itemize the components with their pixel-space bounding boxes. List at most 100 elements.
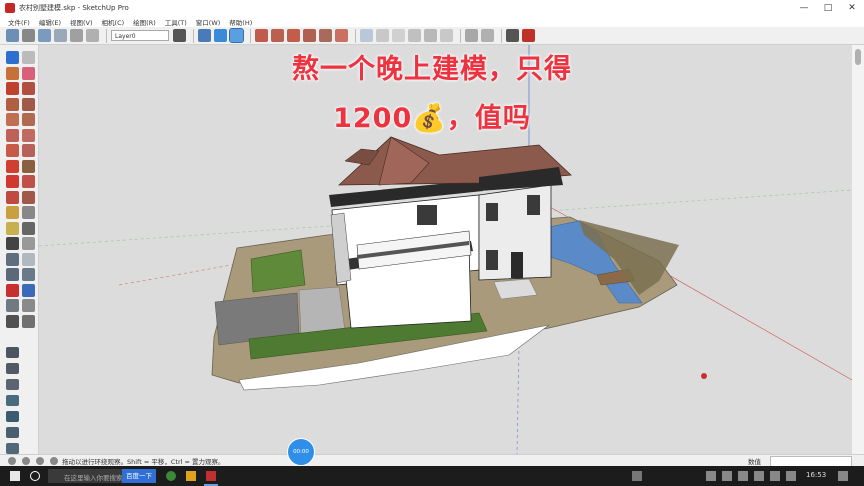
warehouse-icon[interactable] <box>54 29 67 42</box>
menu-draw[interactable]: 绘图(R) <box>133 17 156 27</box>
get-models-icon[interactable] <box>22 29 35 42</box>
paved-path <box>298 286 346 336</box>
zoom-extents-icon[interactable] <box>6 283 19 297</box>
section-plane-icon[interactable] <box>22 314 35 328</box>
toolbar-divider <box>193 28 194 43</box>
measurements-label: 数值 <box>748 458 761 466</box>
zoom-icon[interactable] <box>229 28 244 43</box>
minimize-button[interactable]: — <box>792 0 816 16</box>
side-door <box>511 252 523 278</box>
sandbox-contours-icon[interactable] <box>6 347 19 358</box>
menu-window[interactable]: 窗口(W) <box>196 17 221 27</box>
toolbar-divider <box>250 28 251 43</box>
search-icon[interactable] <box>30 471 40 481</box>
smoove-icon[interactable] <box>6 379 19 390</box>
menu-view[interactable]: 视图(V) <box>70 17 93 27</box>
add-detail-icon[interactable] <box>6 427 19 438</box>
right-view-icon[interactable] <box>303 29 316 42</box>
pan-icon[interactable] <box>214 29 227 42</box>
recorder-bubble[interactable]: 00:00 <box>287 438 315 466</box>
pie-icon[interactable] <box>22 144 35 157</box>
close-button[interactable]: ✕ <box>840 0 864 16</box>
layer-color-icon[interactable] <box>173 29 186 42</box>
previous-view-icon[interactable] <box>22 283 35 297</box>
stamp-icon[interactable] <box>6 395 19 406</box>
volume-icon[interactable] <box>754 471 764 481</box>
battery-icon[interactable] <box>786 471 796 481</box>
tray-app-icon[interactable] <box>632 471 642 481</box>
search-button[interactable]: 百度一下 <box>122 469 156 483</box>
ruby-console-icon[interactable] <box>522 29 535 42</box>
ime-icon[interactable] <box>770 471 780 481</box>
shaded-textures-icon[interactable] <box>424 29 437 42</box>
shaded-icon[interactable] <box>408 29 421 42</box>
back-view-icon[interactable] <box>319 29 332 42</box>
rotate-icon[interactable] <box>6 175 19 188</box>
scale-icon[interactable] <box>6 190 19 204</box>
text-icon[interactable] <box>22 221 35 235</box>
taskbar-clock[interactable]: 16:53 <box>806 471 826 479</box>
orbit-tool-icon[interactable] <box>6 252 19 266</box>
keyboard-icon[interactable] <box>706 471 716 481</box>
axes-icon[interactable] <box>6 237 19 250</box>
help-icon[interactable] <box>50 457 58 465</box>
follow-me-icon[interactable] <box>22 175 35 188</box>
taskbar-search[interactable]: 在这里输入你要搜索的内容 百度一下 <box>48 469 156 483</box>
menu-camera[interactable]: 相机(C) <box>102 17 125 27</box>
sketchup-window: 农村别墅建模.skp - SketchUp Pro — □ ✕ 文件(F) 编辑… <box>0 0 864 486</box>
browser-icon[interactable] <box>166 471 176 481</box>
menu-tools[interactable]: 工具(T) <box>165 17 187 27</box>
position-camera-icon[interactable] <box>6 299 19 312</box>
orbit-icon[interactable] <box>198 29 211 42</box>
undo-icon[interactable] <box>465 29 478 42</box>
three-point-arc-icon[interactable] <box>6 144 19 157</box>
look-around-icon[interactable] <box>22 299 35 312</box>
redo-icon[interactable] <box>481 29 494 42</box>
tape-measure-icon[interactable] <box>6 206 19 219</box>
move-icon[interactable] <box>6 159 19 173</box>
monochrome-icon[interactable] <box>440 29 453 42</box>
offset-icon[interactable] <box>22 190 35 204</box>
sandbox-scratch-icon[interactable] <box>6 363 19 374</box>
pan-tool-icon[interactable] <box>22 252 35 266</box>
zoom-tool-icon[interactable] <box>6 268 19 281</box>
3d-text-icon[interactable] <box>22 237 35 250</box>
notification-icon[interactable] <box>838 471 848 481</box>
home-icon[interactable] <box>38 29 51 42</box>
drape-icon[interactable] <box>6 411 19 422</box>
layer-select[interactable]: Layer0 <box>111 30 169 41</box>
iso-view-icon[interactable] <box>255 29 268 42</box>
share-model-icon[interactable] <box>70 29 83 42</box>
sketchup-taskbar-icon[interactable] <box>206 471 216 481</box>
info-icon[interactable] <box>8 457 16 465</box>
front-view-icon[interactable] <box>287 29 300 42</box>
geo-location-icon[interactable] <box>22 457 30 465</box>
window-side-lower <box>486 250 498 270</box>
push-pull-icon[interactable] <box>22 159 35 173</box>
status-hint: 拖动以进行环绕观察。Shift = 平移，Ctrl = 置力观察。 <box>62 458 225 466</box>
chevron-up-icon[interactable] <box>738 471 748 481</box>
menu-edit[interactable]: 编辑(E) <box>39 17 61 27</box>
maximize-button[interactable]: □ <box>816 0 840 16</box>
flip-edge-icon[interactable] <box>6 443 19 454</box>
extension-icon[interactable] <box>86 29 99 42</box>
menu-bar: 文件(F) 编辑(E) 视图(V) 相机(C) 绘图(R) 工具(T) 窗口(W… <box>0 16 864 27</box>
walk-icon[interactable] <box>6 314 19 328</box>
menu-help[interactable]: 帮助(H) <box>229 17 252 27</box>
menu-file[interactable]: 文件(F) <box>8 17 30 27</box>
file-explorer-icon[interactable] <box>186 471 196 481</box>
window-side-upper <box>486 203 498 221</box>
zoom-window-icon[interactable] <box>22 268 35 281</box>
wireframe-icon[interactable] <box>376 29 389 42</box>
xray-icon[interactable] <box>360 29 373 42</box>
network-icon[interactable] <box>722 471 732 481</box>
layer-manager-icon[interactable] <box>6 29 19 42</box>
protractor-icon[interactable] <box>6 221 19 235</box>
top-view-icon[interactable] <box>271 29 284 42</box>
hidden-line-icon[interactable] <box>392 29 405 42</box>
dimension-icon[interactable] <box>22 206 35 219</box>
start-windows-icon[interactable] <box>10 471 20 481</box>
credits-icon[interactable] <box>36 457 44 465</box>
left-view-icon[interactable] <box>335 29 348 42</box>
component-icon[interactable] <box>506 29 519 42</box>
